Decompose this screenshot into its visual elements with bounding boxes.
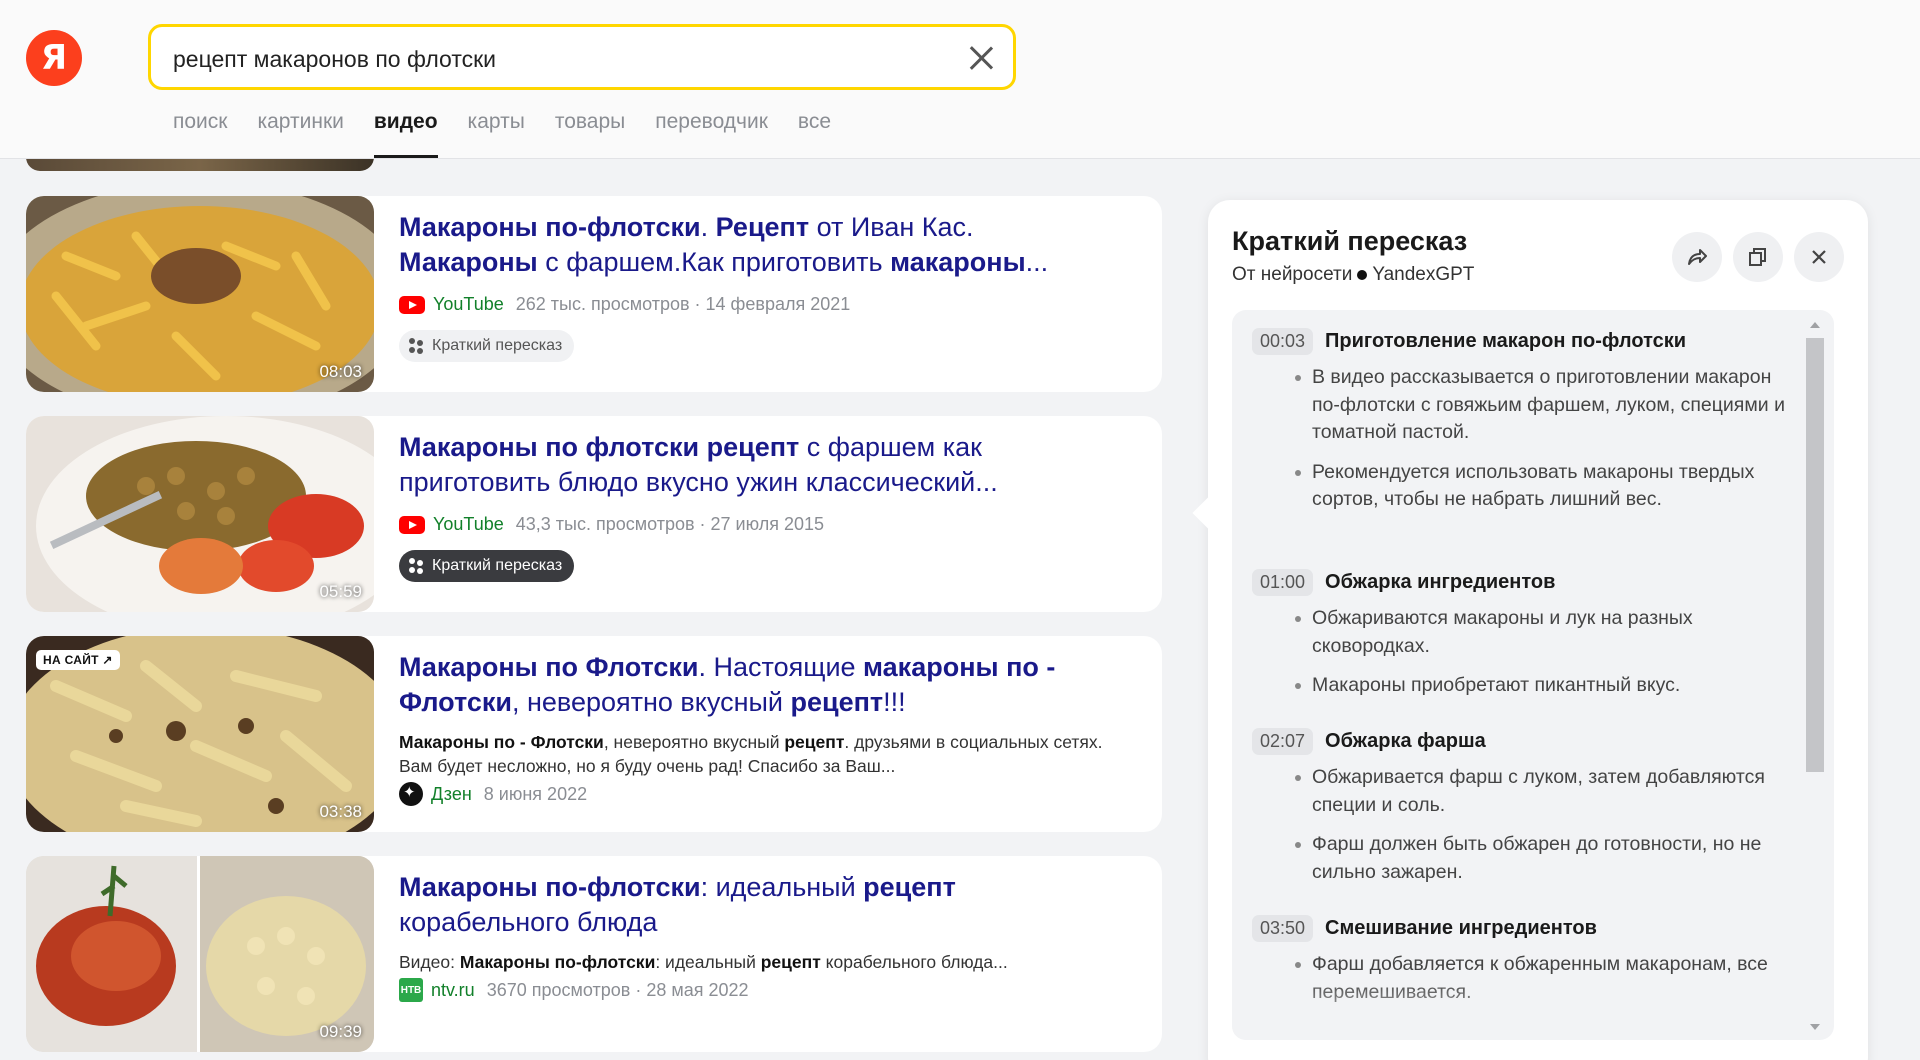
views-and-date: 3670 просмотров · 28 мая 2022 — [486, 979, 749, 1000]
tab-products[interactable]: товары — [555, 110, 625, 158]
video-snippet: Макароны по - Флотски, невероятно вкусны… — [399, 732, 1103, 776]
video-snippet: Видео: Макароны по-флотски: идеальный ре… — [399, 952, 1008, 972]
header: Я рецепт макаронов по флотски поиск карт… — [0, 0, 1920, 159]
summary-icon — [409, 558, 425, 574]
summary-bullet: Фарш должен быть обжарен до готовности, … — [1295, 831, 1792, 886]
scroll-down-arrow-icon[interactable] — [1810, 1024, 1820, 1030]
video-source[interactable]: Дзен — [431, 784, 472, 805]
summary-content[interactable]: 00:03 Приготовление макарон по-флотски В… — [1232, 310, 1834, 1040]
segment-title: Приготовление макарон по-флотски — [1325, 329, 1687, 352]
close-icon — [1812, 250, 1826, 264]
video-title[interactable]: Макароны по Флотски. Настоящие макароны … — [399, 650, 1119, 720]
share-icon — [1688, 249, 1707, 265]
subtitle-prefix: От нейросети — [1232, 264, 1353, 285]
video-title[interactable]: Макароны по-флотски. Рецепт от Иван Кас.… — [399, 210, 1119, 280]
copy-icon — [1749, 248, 1766, 266]
video-title[interactable]: Макароны по-флотски: идеальный рецепт ко… — [399, 870, 1119, 940]
summary-bullet: Макароны приобретают пикантный вкус. — [1295, 672, 1792, 700]
share-button[interactable] — [1672, 232, 1722, 282]
views-and-date: 8 июня 2022 — [483, 783, 588, 804]
summary-panel-title: Краткий пересказ — [1232, 226, 1468, 256]
content-fade — [1232, 980, 1804, 1040]
dzen-icon — [399, 782, 423, 806]
video-thumbnail[interactable]: 09:39 — [26, 856, 374, 1052]
youtube-icon — [399, 515, 425, 534]
video-meta: Дзен 8 июня 2022 — [399, 782, 587, 806]
yandexgpt-dot-icon — [1357, 270, 1368, 280]
scrollbar-thumb[interactable] — [1806, 338, 1824, 772]
video-duration: 08:03 — [319, 362, 362, 381]
video-source[interactable]: ntv.ru — [431, 980, 475, 1001]
summary-button-label: Краткий пересказ — [432, 557, 563, 574]
segment-title: Смешивание ингредиентов — [1325, 916, 1597, 939]
summary-button[interactable]: Краткий пересказ — [399, 330, 575, 362]
search-tabs: поиск картинки видео карты товары перево… — [173, 110, 831, 158]
timestamp-link[interactable]: 00:03 — [1252, 327, 1314, 355]
timestamp-link[interactable]: 01:00 — [1252, 568, 1314, 596]
summary-bullet: Обжариваются макароны и лук на разных ск… — [1295, 605, 1792, 660]
timestamp-link[interactable]: 03:50 — [1252, 914, 1314, 942]
summary-bullet: В видео рассказывается о приготовлении м… — [1295, 364, 1792, 447]
copy-button[interactable] — [1733, 232, 1783, 282]
video-result[interactable]: 08:03 Макароны по-флотски. Рецепт от Ива… — [26, 196, 1162, 392]
summary-panel-subtitle: От нейросети YandexGPT — [1232, 264, 1474, 286]
video-duration: 03:38 — [319, 802, 362, 821]
tab-translator[interactable]: переводчик — [655, 110, 768, 158]
summary-bullet: Обжаривается фарш с луком, затем добавля… — [1295, 764, 1792, 819]
scrollbar[interactable] — [1806, 320, 1824, 1032]
video-meta: YouTube 43,3 тыс. просмотров · 27 июля 2… — [399, 514, 824, 535]
video-result[interactable]: 09:39 Макароны по-флотски: идеальный рец… — [26, 856, 1162, 1052]
views-and-date: 262 тыс. просмотров · 14 февраля 2021 — [515, 294, 851, 314]
video-duration: 05:59 — [319, 582, 362, 601]
video-title[interactable]: Макароны по флотски рецепт с фаршем как … — [399, 430, 1119, 500]
summary-panel: Краткий пересказ От нейросети YandexGPT … — [1208, 200, 1868, 1060]
video-duration: 09:39 — [319, 1022, 362, 1041]
segment-title: Обжарка фарша — [1325, 729, 1486, 752]
video-thumbnail[interactable]: 05:59 — [26, 416, 374, 612]
summary-segment: 02:07 Обжарка фарша Обжаривается фарш с … — [1252, 726, 1792, 898]
scroll-up-arrow-icon[interactable] — [1810, 322, 1820, 328]
summary-segment: 00:03 Приготовление макарон по-флотски В… — [1252, 326, 1792, 526]
tab-maps[interactable]: карты — [468, 110, 525, 158]
video-meta: YouTube 262 тыс. просмотров · 14 февраля… — [399, 294, 850, 315]
subtitle-brand: YandexGPT — [1372, 264, 1475, 285]
summary-bullet: Рекомендуется использовать макароны твер… — [1295, 459, 1792, 514]
search-input[interactable]: рецепт макаронов по флотски — [173, 46, 496, 73]
site-badge[interactable]: НА САЙТ ↗ — [36, 650, 120, 670]
yandex-logo[interactable]: Я — [26, 30, 82, 86]
summary-button[interactable]: Краткий пересказ — [399, 550, 575, 582]
youtube-icon — [399, 295, 425, 314]
timestamp-link[interactable]: 02:07 — [1252, 727, 1314, 755]
tab-search[interactable]: поиск — [173, 110, 227, 158]
segment-title: Обжарка ингредиентов — [1325, 570, 1556, 593]
close-button[interactable] — [1794, 232, 1844, 282]
clear-search-icon[interactable] — [967, 44, 995, 72]
video-source[interactable]: YouTube — [433, 294, 504, 315]
summary-button-label: Краткий пересказ — [432, 337, 563, 354]
ntv-icon: НТВ — [399, 978, 423, 1002]
summary-segment: 01:00 Обжарка ингредиентов Обжариваются … — [1252, 567, 1792, 712]
video-thumbnail[interactable]: НА САЙТ ↗ 03:38 — [26, 636, 374, 832]
video-meta: НТВ ntv.ru 3670 просмотров · 28 мая 2022 — [399, 978, 749, 1002]
summary-icon — [409, 338, 425, 354]
video-result[interactable]: 05:59 Макароны по флотски рецепт с фарше… — [26, 416, 1162, 612]
video-result[interactable]: НА САЙТ ↗ 03:38 Макароны по Флотски. Нас… — [26, 636, 1162, 832]
tab-all[interactable]: все — [798, 110, 831, 158]
views-and-date: 43,3 тыс. просмотров · 27 июля 2015 — [515, 514, 825, 534]
video-thumbnail[interactable]: 08:03 — [26, 196, 374, 392]
tab-video[interactable]: видео — [373, 110, 438, 158]
search-box[interactable]: рецепт макаронов по флотски — [148, 24, 1016, 90]
video-source[interactable]: YouTube — [433, 514, 504, 535]
tab-images[interactable]: картинки — [257, 110, 343, 158]
